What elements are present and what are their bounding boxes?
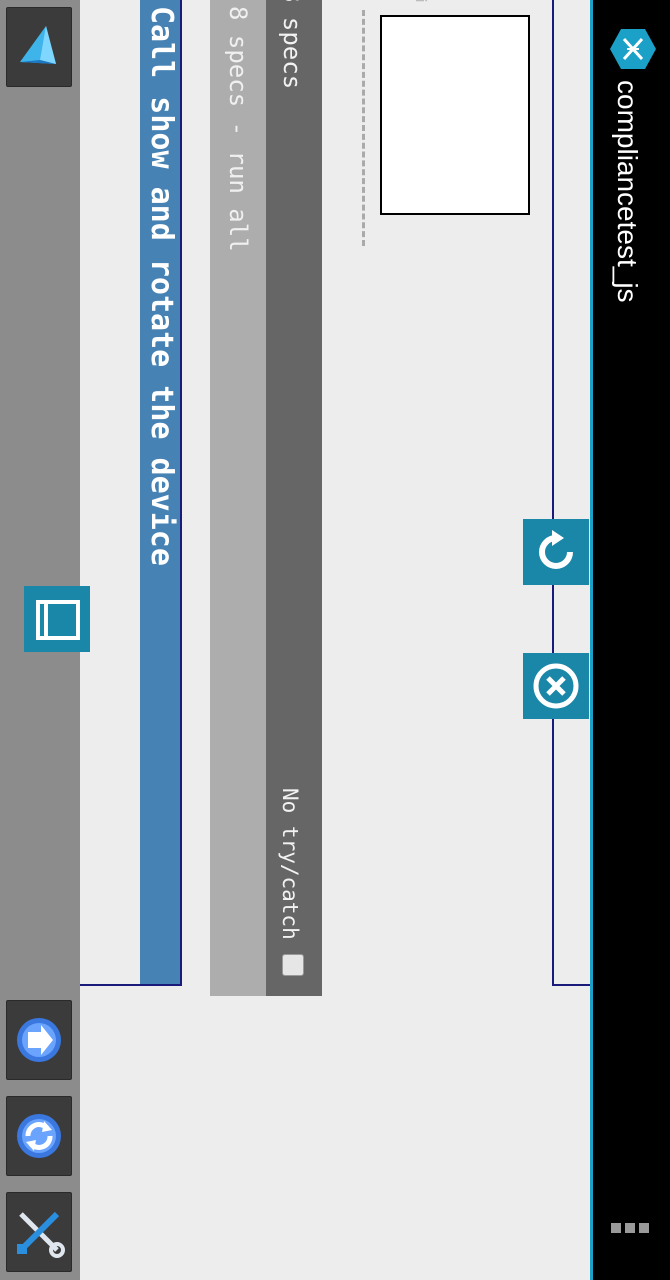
app-title: compliancetest_js xyxy=(612,80,643,303)
title-bar: compliancetest_js xyxy=(590,0,670,1280)
tools-icon xyxy=(17,1211,65,1258)
clipped-label: ei xyxy=(412,0,428,3)
preview-box xyxy=(380,15,530,215)
spec-count: 8 specs xyxy=(278,0,306,90)
next-button[interactable] xyxy=(6,1000,72,1080)
arrow-right-icon xyxy=(17,1018,61,1062)
no-try-catch-checkbox[interactable] xyxy=(282,954,304,976)
spec-summary-bar: 8 specs No try/catch xyxy=(266,0,322,996)
rotate-button[interactable] xyxy=(523,519,589,585)
close-icon xyxy=(533,663,579,709)
overflow-menu-icon[interactable] xyxy=(611,1218,653,1233)
instruction-banner: Call show and rotate the device xyxy=(140,0,180,984)
square-icon xyxy=(36,600,80,640)
instruction-text: Call show and rotate the device xyxy=(144,6,179,566)
close-button[interactable] xyxy=(523,653,589,719)
run-all-bar[interactable]: 8 specs - run all xyxy=(210,0,266,996)
content-frame xyxy=(552,0,592,986)
orientation-button[interactable] xyxy=(24,586,90,652)
xamarin-logo-icon xyxy=(610,29,656,69)
rotate-icon xyxy=(539,530,573,569)
refresh-button[interactable] xyxy=(6,1096,72,1176)
prism-button[interactable] xyxy=(6,7,72,87)
refresh-icon xyxy=(17,1114,61,1158)
run-all-link[interactable]: 8 specs - run all xyxy=(224,6,252,252)
tools-button[interactable] xyxy=(6,1192,72,1272)
no-try-catch-label: No try/catch xyxy=(278,788,302,940)
dashed-divider xyxy=(362,10,365,246)
prism-icon xyxy=(20,26,56,64)
